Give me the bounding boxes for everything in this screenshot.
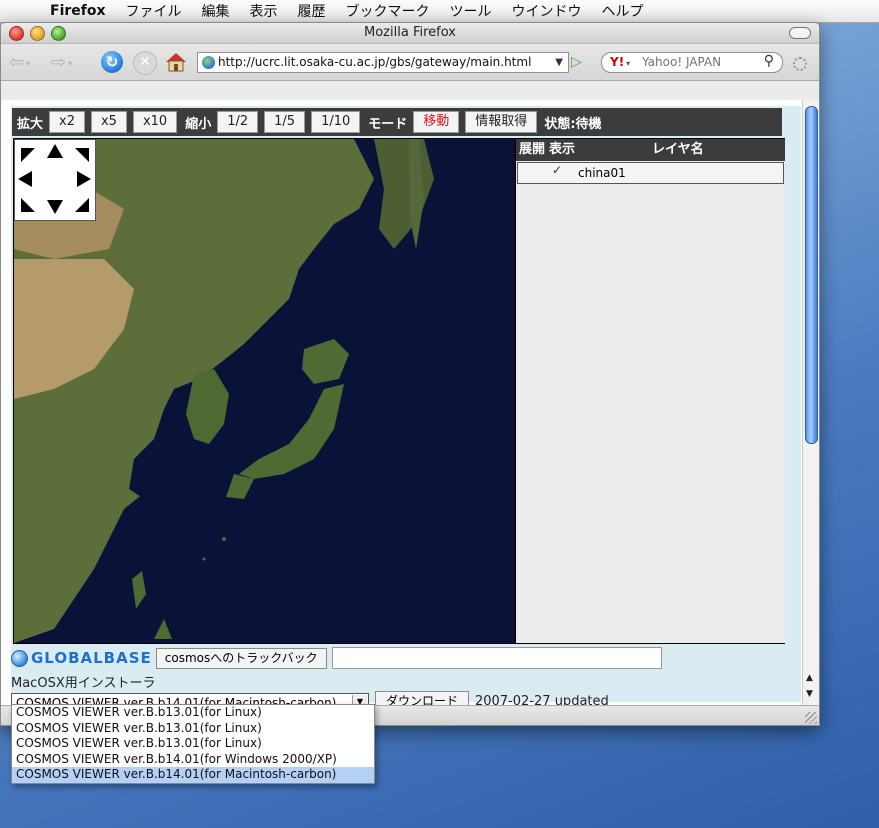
window-title: Mozilla Firefox xyxy=(364,25,456,40)
status-text: 状態:待機 xyxy=(544,116,602,132)
firefox-window: Mozilla Firefox ⇦ ▾ ⇨ ▾ ↻ ✕ http://ucrc.li… xyxy=(0,22,820,726)
pan-downleft-arrow-icon[interactable] xyxy=(21,198,35,212)
layer-table-header: 展開 表示 レイヤ名 xyxy=(516,139,785,161)
layer-visible-checkbox[interactable]: ✓ xyxy=(552,160,562,180)
loading-spinner-icon xyxy=(793,57,807,71)
pan-upleft-arrow-icon[interactable] xyxy=(21,148,35,162)
dropdown-option[interactable]: COSMOS VIEWER ver.B.b14.01(for Windows 2… xyxy=(12,752,374,768)
globalbase-logo[interactable]: GLOBALBASE xyxy=(11,649,152,667)
zoom-fifth-button[interactable]: 1/5 xyxy=(264,111,306,133)
dropdown-option[interactable]: COSMOS VIEWER ver.B.b13.01(for Linux) xyxy=(12,721,374,737)
installer-label: MacOSX用インストーラ xyxy=(11,676,156,691)
menu-help[interactable]: ヘルプ xyxy=(602,1,644,21)
search-input[interactable] xyxy=(640,54,756,70)
map-container: 展開 表示 レイヤ名 ✓ china01 xyxy=(13,138,785,644)
zoom-tenth-button[interactable]: 1/10 xyxy=(311,111,361,133)
url-history-dropdown-icon[interactable]: ▼ xyxy=(555,53,563,72)
zoom-in-label: 拡大 xyxy=(17,116,44,132)
go-arrow-icon[interactable]: ▷ xyxy=(571,54,582,70)
zoom-window-button[interactable] xyxy=(51,26,66,41)
stop-icon[interactable]: ✕ xyxy=(133,51,157,75)
installer-dropdown-list: COSMOS VIEWER ver.B.b13.01(for Linux) CO… xyxy=(11,704,375,784)
globalbase-row: GLOBALBASE cosmosへのトラックバック xyxy=(11,647,662,669)
pan-upright-arrow-icon[interactable] xyxy=(75,148,89,162)
zoom-x2-button[interactable]: x2 xyxy=(49,111,85,133)
close-window-button[interactable] xyxy=(9,26,24,41)
pan-down-arrow-icon[interactable] xyxy=(47,200,63,214)
dropdown-option[interactable]: COSMOS VIEWER ver.B.b13.01(for Linux) xyxy=(12,736,374,752)
zoom-half-button[interactable]: 1/2 xyxy=(217,111,259,133)
dropdown-option-selected[interactable]: COSMOS VIEWER ver.B.b14.01(for Macintosh… xyxy=(12,767,374,783)
globalbase-logo-text: GLOBALBASE xyxy=(31,649,152,667)
zoom-x5-button[interactable]: x5 xyxy=(90,111,127,133)
layer-panel: 展開 表示 レイヤ名 ✓ china01 xyxy=(515,139,785,643)
mode-label: モード xyxy=(368,116,408,132)
pan-downright-arrow-icon[interactable] xyxy=(75,198,89,212)
bookmarks-toolbar xyxy=(1,81,819,102)
reload-icon[interactable]: ↻ xyxy=(101,51,123,73)
menu-bookmarks[interactable]: ブックマーク xyxy=(346,1,430,21)
menu-window[interactable]: ウインドウ xyxy=(512,1,582,21)
search-magnifier-icon[interactable]: ⚲ xyxy=(764,52,774,71)
layer-name: china01 xyxy=(578,166,626,180)
dropdown-option[interactable]: COSMOS VIEWER ver.B.b13.01(for Linux) xyxy=(12,705,374,721)
mac-menubar: Firefox ファイル 編集 表示 履歴 ブックマーク ツール ウインドウ ヘ… xyxy=(0,0,879,23)
menu-firefox[interactable]: Firefox xyxy=(50,3,106,19)
toolbar-toggle-button[interactable] xyxy=(789,27,811,39)
site-globe-icon xyxy=(202,56,215,69)
menu-edit[interactable]: 編集 xyxy=(202,1,230,21)
navigation-toolbar: ⇦ ▾ ⇨ ▾ ↻ ✕ http://ucrc.lit.osaka-cu.ac.jp… xyxy=(1,44,819,81)
move-mode-button[interactable]: 移動 xyxy=(413,111,460,133)
url-text: http://ucrc.lit.osaka-cu.ac.jp/gbs/gatew… xyxy=(218,55,532,69)
menu-file[interactable]: ファイル xyxy=(126,1,182,21)
page-viewport: 拡大 x2 x5 x10 縮小 1/2 1/5 1/10 モード 移動 情報取得… xyxy=(1,100,802,712)
resize-grip-icon[interactable] xyxy=(805,712,817,724)
trackback-button[interactable]: cosmosへのトラックバック xyxy=(155,647,327,669)
forward-arrow-icon[interactable]: ⇨ ▾ xyxy=(51,52,72,73)
col-layer-name: レイヤ名 xyxy=(652,142,704,157)
layer-row[interactable]: ✓ china01 xyxy=(517,162,784,184)
search-engine-label: Y! xyxy=(610,55,625,69)
address-bar[interactable]: http://ucrc.lit.osaka-cu.ac.jp/gbs/gatew… xyxy=(197,52,569,73)
yahoo-engine-icon[interactable]: Y! ▾ xyxy=(610,53,630,73)
trackback-field[interactable] xyxy=(331,647,662,669)
menu-view[interactable]: 表示 xyxy=(250,1,278,21)
pan-up-arrow-icon[interactable] xyxy=(47,144,63,158)
vertical-scrollbar[interactable]: ▲ ▼ xyxy=(802,100,819,705)
menu-tools[interactable]: ツール xyxy=(450,1,492,21)
get-info-button[interactable]: 情報取得 xyxy=(465,111,538,133)
home-icon[interactable] xyxy=(164,50,188,74)
zoom-out-label: 縮小 xyxy=(185,116,212,132)
menu-history[interactable]: 履歴 xyxy=(298,1,326,21)
scroll-up-arrow-icon[interactable]: ▲ xyxy=(806,673,813,683)
pan-left-arrow-icon[interactable] xyxy=(18,171,32,187)
col-expand: 展開 xyxy=(519,142,546,157)
map-control-bar: 拡大 x2 x5 x10 縮小 1/2 1/5 1/10 モード 移動 情報取得… xyxy=(12,108,782,136)
col-show: 表示 xyxy=(549,142,576,157)
pan-right-arrow-icon[interactable] xyxy=(77,171,91,187)
pan-control-pad xyxy=(14,139,96,221)
minimize-window-button[interactable] xyxy=(30,26,45,41)
back-arrow-icon[interactable]: ⇦ ▾ xyxy=(9,52,30,73)
gateway-page: 拡大 x2 x5 x10 縮小 1/2 1/5 1/10 モード 移動 情報取得… xyxy=(11,106,801,712)
globe-logo-icon xyxy=(11,649,28,667)
title-bar[interactable]: Mozilla Firefox xyxy=(1,23,819,44)
zoom-x10-button[interactable]: x10 xyxy=(132,111,178,133)
scroll-down-arrow-icon[interactable]: ▼ xyxy=(806,689,813,699)
search-box[interactable]: Y!▾ ⚲ xyxy=(601,52,783,73)
scrollbar-thumb[interactable] xyxy=(805,106,818,444)
